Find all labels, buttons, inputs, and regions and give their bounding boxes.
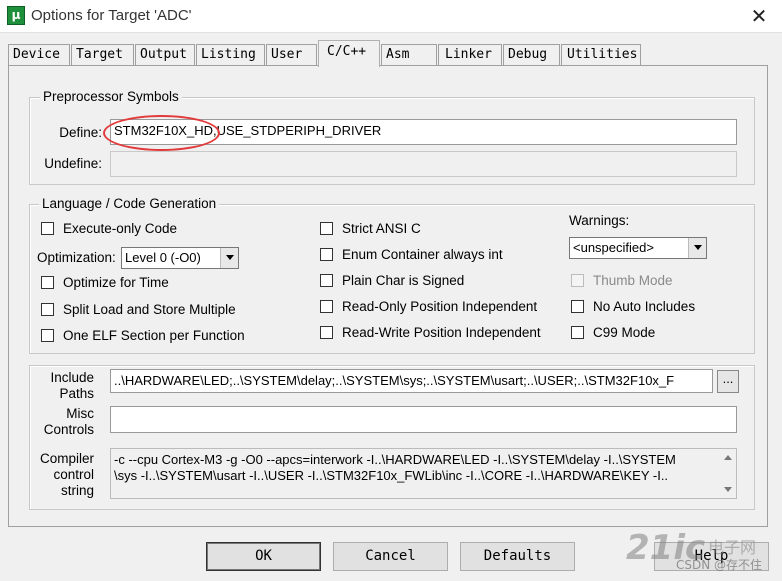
rw-pi-box[interactable]: [320, 326, 333, 339]
warnings-label: Warnings:: [569, 213, 630, 228]
include-paths-label: Include Paths: [36, 370, 94, 402]
compiler-label-line-2: control: [53, 467, 94, 482]
title-bar: μ Options for Target 'ADC' ✕: [0, 0, 782, 33]
c99-mode-label: C99 Mode: [593, 325, 656, 340]
compiler-string-line-2: \sys -I..\SYSTEM\usart -I..\USER -I..\ST…: [114, 468, 669, 483]
close-icon[interactable]: ✕: [740, 2, 778, 30]
one-elf-checkbox[interactable]: One ELF Section per Function: [41, 328, 245, 343]
plain-char-checkbox[interactable]: Plain Char is Signed: [320, 273, 464, 288]
rw-pi-checkbox[interactable]: Read-Write Position Independent: [320, 325, 541, 340]
tab-output[interactable]: Output: [135, 44, 195, 65]
chevron-down-icon[interactable]: [688, 238, 706, 258]
split-load-label: Split Load and Store Multiple: [63, 302, 236, 317]
tab-linker[interactable]: Linker: [438, 44, 502, 65]
scroll-down-icon[interactable]: [724, 487, 732, 492]
tab-target[interactable]: Target: [71, 44, 134, 65]
window-title: Options for Target 'ADC': [31, 7, 192, 24]
ok-button[interactable]: OK: [206, 542, 321, 571]
chevron-down-icon[interactable]: [220, 248, 238, 268]
tab-device[interactable]: Device: [8, 44, 70, 65]
language-group-label: Language / Code Generation: [39, 196, 220, 211]
include-browse-button[interactable]: ...: [717, 370, 739, 393]
scroll-up-icon[interactable]: [724, 455, 732, 460]
thumb-mode-box[interactable]: [571, 274, 584, 287]
tab-c-cpp[interactable]: C/C++: [318, 40, 380, 67]
compiler-label-line-3: string: [60, 483, 94, 498]
optimization-label: Optimization:: [37, 250, 116, 265]
plain-char-box[interactable]: [320, 274, 333, 287]
thumb-mode-label: Thumb Mode: [593, 273, 673, 288]
optimize-time-label: Optimize for Time: [63, 275, 169, 290]
strict-ansi-label: Strict ANSI C: [342, 221, 421, 236]
watermark-brand: 电子网: [708, 538, 757, 557]
compiler-control-label: Compiler control string: [36, 451, 94, 499]
strict-ansi-checkbox[interactable]: Strict ANSI C: [320, 221, 421, 236]
enum-container-label: Enum Container always int: [342, 247, 503, 262]
plain-char-label: Plain Char is Signed: [342, 273, 465, 288]
misc-controls-input[interactable]: [110, 406, 737, 433]
no-auto-includes-label: No Auto Includes: [593, 299, 696, 314]
rw-pi-label: Read-Write Position Independent: [342, 325, 541, 340]
compiler-control-string[interactable]: -c --cpu Cortex-M3 -g -O0 --apcs=interwo…: [110, 448, 737, 499]
tab-user[interactable]: User: [266, 44, 317, 65]
execute-only-checkbox[interactable]: Execute-only Code: [41, 221, 177, 236]
warnings-select[interactable]: <unspecified>: [569, 237, 707, 259]
tab-debug[interactable]: Debug: [503, 44, 560, 65]
no-auto-includes-checkbox[interactable]: No Auto Includes: [571, 299, 695, 314]
tab-listing[interactable]: Listing: [196, 44, 265, 65]
cancel-button[interactable]: Cancel: [333, 542, 448, 571]
include-label-line-1: Include: [50, 370, 94, 385]
one-elf-label: One ELF Section per Function: [63, 328, 245, 343]
tab-utilities[interactable]: Utilities: [561, 44, 641, 65]
optimization-value: Level 0 (-O0): [125, 250, 201, 265]
warnings-value: <unspecified>: [573, 240, 654, 255]
compiler-label-line-1: Compiler: [39, 451, 94, 466]
keil-app-icon: μ: [7, 6, 25, 25]
undefine-input[interactable]: [110, 151, 737, 177]
optimize-time-checkbox[interactable]: Optimize for Time: [41, 275, 169, 290]
ro-pi-label: Read-Only Position Independent: [342, 299, 538, 314]
include-paths-input[interactable]: ..\HARDWARE\LED;..\SYSTEM\delay;..\SYSTE…: [110, 369, 713, 393]
preprocessor-group-label: Preprocessor Symbols: [40, 89, 182, 104]
watermark-csdn: CSDN @存不住: [676, 558, 763, 572]
define-label: Define:: [59, 125, 102, 140]
defaults-button[interactable]: Defaults: [460, 542, 575, 571]
enum-container-checkbox[interactable]: Enum Container always int: [320, 247, 503, 262]
tab-asm[interactable]: Asm: [381, 44, 437, 65]
one-elf-box[interactable]: [41, 329, 54, 342]
compiler-string-line-1: -c --cpu Cortex-M3 -g -O0 --apcs=interwo…: [114, 452, 676, 467]
misc-label-line-2: Controls: [43, 422, 94, 437]
thumb-mode-checkbox[interactable]: Thumb Mode: [571, 273, 673, 288]
define-input[interactable]: STM32F10X_HD,USE_STDPERIPH_DRIVER: [110, 119, 737, 145]
execute-only-label: Execute-only Code: [63, 221, 178, 236]
include-label-line-2: Paths: [59, 386, 94, 401]
misc-controls-label: Misc Controls: [36, 406, 94, 438]
enum-container-box[interactable]: [320, 248, 333, 261]
optimize-time-box[interactable]: [41, 276, 54, 289]
split-load-box[interactable]: [41, 303, 54, 316]
no-auto-includes-box[interactable]: [571, 300, 584, 313]
c99-mode-checkbox[interactable]: C99 Mode: [571, 325, 655, 340]
ro-pi-checkbox[interactable]: Read-Only Position Independent: [320, 299, 537, 314]
strict-ansi-box[interactable]: [320, 222, 333, 235]
undefine-label: Undefine:: [44, 156, 102, 171]
ro-pi-box[interactable]: [320, 300, 333, 313]
compiler-scrollbar[interactable]: [720, 449, 736, 498]
optimization-select[interactable]: Level 0 (-O0): [121, 247, 239, 269]
c99-mode-box[interactable]: [571, 326, 584, 339]
misc-label-line-1: Misc: [66, 406, 94, 421]
execute-only-box[interactable]: [41, 222, 54, 235]
split-load-checkbox[interactable]: Split Load and Store Multiple: [41, 302, 236, 317]
